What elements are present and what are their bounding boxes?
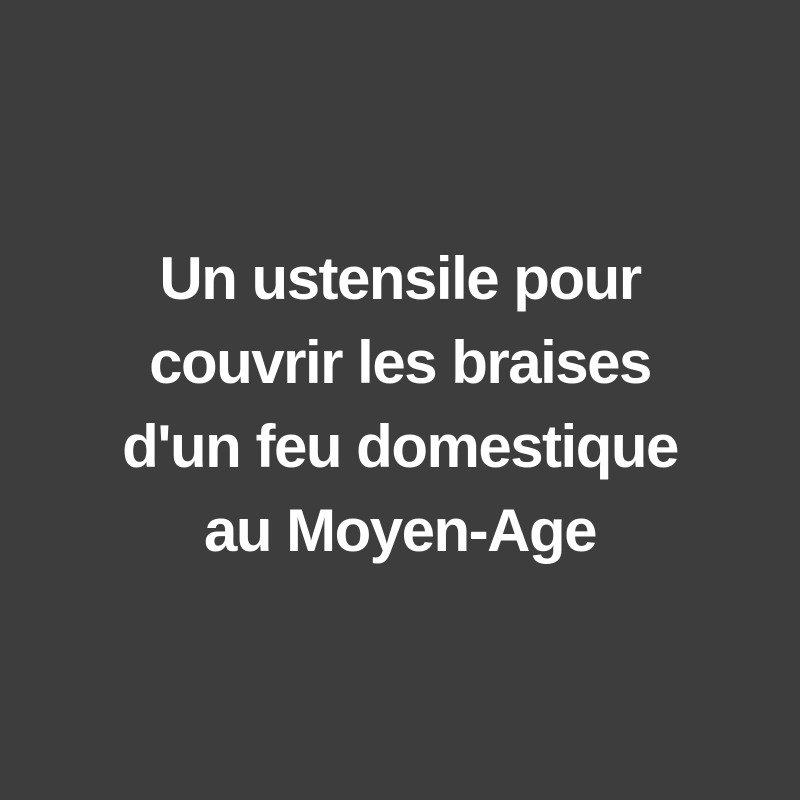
caption-line-1: Un ustensile pour xyxy=(159,245,642,312)
caption-line-2: couvrir les braises xyxy=(149,329,652,396)
caption-line-3: d'un feu domestique xyxy=(122,413,679,480)
quiz-card: Un ustensile pour couvrir les braises d'… xyxy=(0,0,800,800)
caption-text: Un ustensile pour couvrir les braises d'… xyxy=(122,227,679,573)
caption-line-4: au Moyen-Age xyxy=(203,497,598,564)
